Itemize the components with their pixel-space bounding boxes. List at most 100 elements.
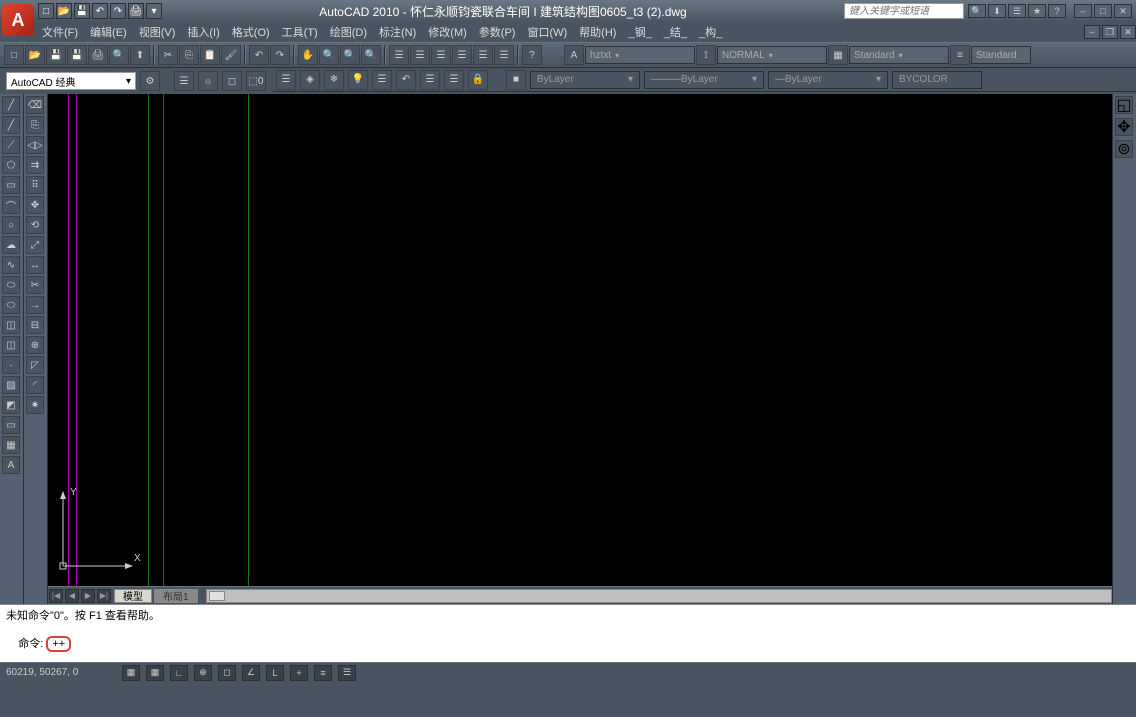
new-icon[interactable]: □ [38, 3, 54, 19]
save-button[interactable]: 💾 [46, 45, 66, 65]
trim-icon[interactable]: ✂ [26, 276, 44, 294]
qp-toggle[interactable]: ☰ [338, 665, 356, 681]
layerfreeze-button[interactable]: ❄ [324, 70, 344, 90]
sheetset-button[interactable]: ☰ [452, 45, 472, 65]
saveas-button[interactable]: 💾 [67, 45, 87, 65]
command-window[interactable]: 未知命令"0"。按 F1 查看帮助。 命令: ++ 输入要加载的自定义文件的名称… [0, 604, 1136, 662]
quickcalc-button[interactable]: ☰ [494, 45, 514, 65]
layermatch-button[interactable]: ☰ [372, 70, 392, 90]
rectangle-icon[interactable]: ▭ [2, 176, 20, 194]
menu-insert[interactable]: 插入(I) [181, 24, 225, 40]
new-button[interactable]: □ [4, 45, 24, 65]
mirror-icon[interactable]: ◁▷ [26, 136, 44, 154]
doc-minimize-button[interactable]: – [1084, 25, 1100, 39]
menu-draw[interactable]: 绘图(D) [324, 24, 373, 40]
menu-gang[interactable]: _钢_ [622, 24, 657, 40]
qat-dropdown-icon[interactable]: ▾ [146, 3, 162, 19]
tablestyle-button[interactable]: ▦ [828, 45, 848, 65]
menu-modify[interactable]: 修改(M) [422, 24, 473, 40]
chamfer-icon[interactable]: ◸ [26, 356, 44, 374]
hscrollbar[interactable] [206, 589, 1112, 603]
layerfilter-button[interactable]: ☰ [444, 70, 464, 90]
save-icon[interactable]: 💾 [74, 3, 90, 19]
zoom-realtime-button[interactable]: 🔍 [319, 45, 339, 65]
menu-param[interactable]: 参数(P) [473, 24, 522, 40]
dyn-toggle[interactable]: + [290, 665, 308, 681]
offset-icon[interactable]: ⇉ [26, 156, 44, 174]
pan-button[interactable]: ✋ [298, 45, 318, 65]
menu-format[interactable]: 格式(O) [226, 24, 276, 40]
polygon-icon[interactable]: ⬠ [2, 156, 20, 174]
menu-help[interactable]: 帮助(H) [573, 24, 622, 40]
insertblock-icon[interactable]: ◫ [2, 316, 20, 334]
tab-next-icon[interactable]: ▶ [81, 589, 95, 603]
tab-model[interactable]: 模型 [114, 589, 152, 603]
makeblock-icon[interactable]: ◫ [2, 336, 20, 354]
tp4-icon[interactable]: ⬚0 [246, 71, 266, 91]
tp-icon[interactable]: ☰ [174, 71, 194, 91]
tp2-icon[interactable]: ☼ [198, 71, 218, 91]
snap-toggle[interactable]: ▦ [122, 665, 140, 681]
color-combo[interactable]: ByLayer▾ [530, 71, 640, 89]
print-icon[interactable]: 🖨 [128, 3, 144, 19]
properties-button[interactable]: ☰ [389, 45, 409, 65]
steering-icon[interactable]: ⊚ [1115, 140, 1133, 158]
layeriso-button[interactable]: ◈ [300, 70, 320, 90]
tab-layout1[interactable]: 布局1 [154, 589, 198, 603]
mtext-icon[interactable]: A [2, 456, 20, 474]
matchprop-button[interactable]: 🖌 [221, 45, 241, 65]
extend-icon[interactable]: → [26, 296, 44, 314]
open-icon[interactable]: 📂 [56, 3, 72, 19]
revcloud-icon[interactable]: ☁ [2, 236, 20, 254]
point-icon[interactable]: · [2, 356, 20, 374]
doc-close-button[interactable]: ✕ [1120, 25, 1136, 39]
redo-button[interactable]: ↷ [270, 45, 290, 65]
viewcube-icon[interactable]: ◱ [1115, 96, 1133, 114]
menu-view[interactable]: 视图(V) [133, 24, 182, 40]
open-button[interactable]: 📂 [25, 45, 45, 65]
lineweight-combo[interactable]: — ByLayer▾ [768, 71, 888, 89]
hscroll-thumb[interactable] [209, 591, 225, 601]
layeroff-button[interactable]: 💡 [348, 70, 368, 90]
region-icon[interactable]: ▭ [2, 416, 20, 434]
ellipse-icon[interactable]: ⬭ [2, 276, 20, 294]
tab-last-icon[interactable]: ▶| [97, 589, 111, 603]
layerprev-button[interactable]: ↶ [396, 70, 416, 90]
favorites-icon[interactable]: ★ [1028, 4, 1046, 18]
close-button[interactable]: ✕ [1114, 4, 1132, 18]
menu-tools[interactable]: 工具(T) [276, 24, 324, 40]
comm-icon[interactable]: ☰ [1008, 4, 1026, 18]
model-space[interactable]: Y X [48, 94, 1112, 604]
subscription-icon[interactable]: ⬇ [988, 4, 1006, 18]
stretch-icon[interactable]: ↔ [26, 256, 44, 274]
dsc-button[interactable]: ☰ [410, 45, 430, 65]
redo-icon[interactable]: ↷ [110, 3, 126, 19]
help-icon[interactable]: ? [1048, 4, 1066, 18]
workspace-combo[interactable]: AutoCAD 经典▾ [6, 72, 136, 90]
doc-restore-button[interactable]: ❐ [1102, 25, 1118, 39]
menu-edit[interactable]: 编辑(E) [84, 24, 133, 40]
rotate-icon[interactable]: ⟲ [26, 216, 44, 234]
zoom-prev-button[interactable]: 🔍 [361, 45, 381, 65]
infocenter-search-input[interactable] [844, 3, 964, 19]
array-icon[interactable]: ⠿ [26, 176, 44, 194]
join-icon[interactable]: ⊕ [26, 336, 44, 354]
menu-jie[interactable]: _结_ [658, 24, 693, 40]
tab-prev-icon[interactable]: ◀ [65, 589, 79, 603]
fillet-icon[interactable]: ◜ [26, 376, 44, 394]
navbar-icon[interactable]: ✥ [1115, 118, 1133, 136]
copy-obj-icon[interactable]: ⎘ [26, 116, 44, 134]
layerprops-button[interactable]: ☰ [276, 70, 296, 90]
workspace-gear-icon[interactable]: ⚙ [140, 71, 160, 91]
textstyle-combo[interactable]: hztxt▾ [585, 46, 695, 64]
layerstates-button[interactable]: ☰ [420, 70, 440, 90]
hatch-icon[interactable]: ▨ [2, 376, 20, 394]
menu-dim[interactable]: 标注(N) [373, 24, 422, 40]
help-button[interactable]: ? [522, 45, 542, 65]
dimstyle-button[interactable]: ⟟ [696, 45, 716, 65]
gradient-icon[interactable]: ◩ [2, 396, 20, 414]
undo-button[interactable]: ↶ [249, 45, 269, 65]
pline-icon[interactable]: ⟋ [2, 136, 20, 154]
polar-toggle[interactable]: ⊕ [194, 665, 212, 681]
publish-button[interactable]: ⬆ [130, 45, 150, 65]
